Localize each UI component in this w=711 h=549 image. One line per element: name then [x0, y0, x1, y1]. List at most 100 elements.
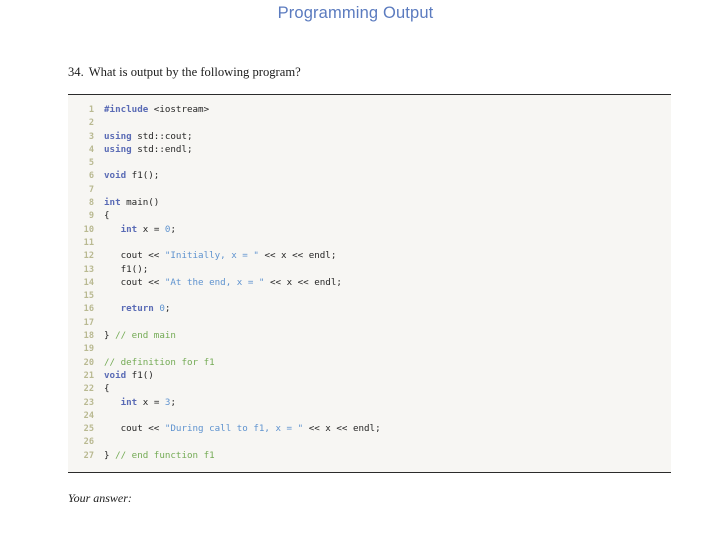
code-token-cmt: // end function f1 [115, 449, 215, 461]
code-line-number: 26 [83, 437, 94, 448]
code-lines-container: 1 #include <iostream> 2 3 using std::cout; 4 u… [68, 103, 671, 462]
code-line: 16 return 0; [68, 302, 671, 315]
code-line-number: 8 [88, 198, 94, 209]
code-token-pln: x = [137, 396, 165, 408]
code-line: 24 [68, 409, 671, 422]
code-line: 7 [68, 183, 671, 196]
code-line-number: 18 [83, 331, 94, 342]
code-line-number: 19 [83, 344, 94, 355]
code-line: 10 int x = 0; [68, 223, 671, 236]
code-token-pln [104, 224, 121, 235]
code-line-number: 12 [83, 251, 94, 262]
code-token-pln: ; [164, 303, 171, 315]
code-line-number: 16 [83, 304, 94, 315]
code-token-kw: return [120, 303, 154, 315]
code-line-number: 13 [83, 264, 94, 275]
code-line-number: 2 [88, 118, 94, 129]
code-token-cmt: // end main [115, 330, 176, 342]
code-line: 9{ [68, 209, 671, 222]
code-token-pln: f1() [126, 369, 154, 381]
code-line-number: 17 [83, 317, 94, 328]
code-token-kw: void [104, 369, 127, 381]
code-token-kw: using [104, 130, 132, 142]
code-token-cmt: // definition for f1 [104, 356, 215, 368]
code-line-number: 27 [83, 450, 94, 461]
code-line: 2 [68, 116, 671, 129]
code-token-pln: } [104, 449, 116, 461]
code-token-pln: } [104, 330, 116, 342]
code-line: 20 // definition for f1 [68, 356, 671, 369]
code-line-number: 7 [88, 184, 94, 195]
code-line-number: 25 [83, 424, 94, 435]
code-token-kw: int [104, 197, 121, 209]
question-line: 34. What is output by the following progr… [68, 65, 301, 80]
code-token-pln: std::endl; [131, 143, 193, 155]
code-token-str: "At the end, x = " [164, 276, 265, 288]
code-token-kw: void [104, 170, 127, 182]
code-line-number: 20 [83, 357, 94, 368]
code-token-str: "Initially, x = " [164, 250, 259, 262]
code-line: 26 [68, 435, 671, 448]
code-token-pln: << x << endl; [303, 423, 381, 435]
code-line-number: 15 [83, 291, 94, 302]
code-token-str: "During call to f1, x = " [164, 423, 304, 435]
code-token-pln: f1(); [126, 170, 160, 182]
code-line: 23 int x = 3; [68, 396, 671, 409]
question-number: 34. [68, 65, 84, 79]
code-token-kw: int [120, 396, 138, 408]
code-token-pln [104, 303, 121, 314]
code-token-pln: cout << [104, 250, 165, 262]
code-token-pln: ; [170, 223, 176, 235]
code-line-number: 4 [88, 144, 94, 155]
code-token-pln: << x << endl; [258, 250, 337, 262]
code-line: 25 cout << "During call to f1, x = " << … [68, 422, 671, 435]
code-line-number: 21 [83, 370, 94, 381]
code-line: 15 [68, 289, 671, 302]
code-line-number: 9 [88, 211, 94, 222]
code-line: 11 [68, 236, 671, 249]
code-line-number: 14 [83, 277, 94, 288]
code-line: 12 cout << "Initially, x = " << x << end… [68, 249, 671, 262]
slide-root: Programming Output 34. What is output by … [0, 0, 711, 549]
code-line-number: 3 [88, 131, 94, 142]
code-line-number: 10 [83, 224, 94, 235]
code-token-pln: ; [170, 396, 176, 408]
code-line-number: 24 [83, 410, 94, 421]
code-token-kw: #include [104, 104, 149, 115]
code-token-pln: x = [137, 223, 165, 235]
code-token-pln: <iostream> [148, 104, 210, 115]
code-line-number: 22 [83, 384, 94, 395]
code-line: 17 [68, 316, 671, 329]
code-listing: 1 #include <iostream> 2 3 using std::cout; 4 u… [68, 94, 671, 473]
code-line-number: 6 [88, 171, 94, 182]
code-line: 4 using std::endl; [68, 143, 671, 156]
code-line: 1 #include <iostream> [68, 103, 671, 116]
code-line: 6 void f1(); [68, 169, 671, 182]
code-token-pln: f1(); [104, 263, 149, 275]
code-line-number: 11 [83, 237, 94, 248]
code-token-pln: { [104, 383, 110, 395]
code-line: 19 [68, 342, 671, 355]
code-line-number: 1 [88, 105, 94, 115]
question-text: What is output by the following program? [88, 65, 301, 79]
code-line: 14 cout << "At the end, x = " << x << en… [68, 276, 671, 289]
code-token-pln: << x << endl; [264, 276, 342, 288]
code-line: 27} // end function f1 [68, 449, 671, 462]
code-token-pln: cout << [104, 423, 165, 435]
code-line-number: 5 [88, 158, 94, 169]
code-token-pln: cout << [104, 276, 165, 288]
code-line: 18} // end main [68, 329, 671, 342]
code-line: 21 void f1() [68, 369, 671, 382]
code-token-kw: int [120, 223, 138, 235]
code-line: 8 int main() [68, 196, 671, 209]
page-title: Programming Output [277, 4, 434, 22]
code-token-kw: using [104, 143, 132, 155]
code-token-pln: main() [120, 197, 160, 209]
code-token-pln: std::cout; [131, 130, 193, 142]
answer-prompt-label: Your answer: [68, 491, 132, 505]
code-line: 5 [68, 156, 671, 169]
code-line: 3 using std::cout; [68, 130, 671, 143]
code-line-number: 23 [83, 397, 94, 408]
code-line: 22 { [68, 382, 671, 395]
code-token-pln: { [104, 210, 110, 222]
